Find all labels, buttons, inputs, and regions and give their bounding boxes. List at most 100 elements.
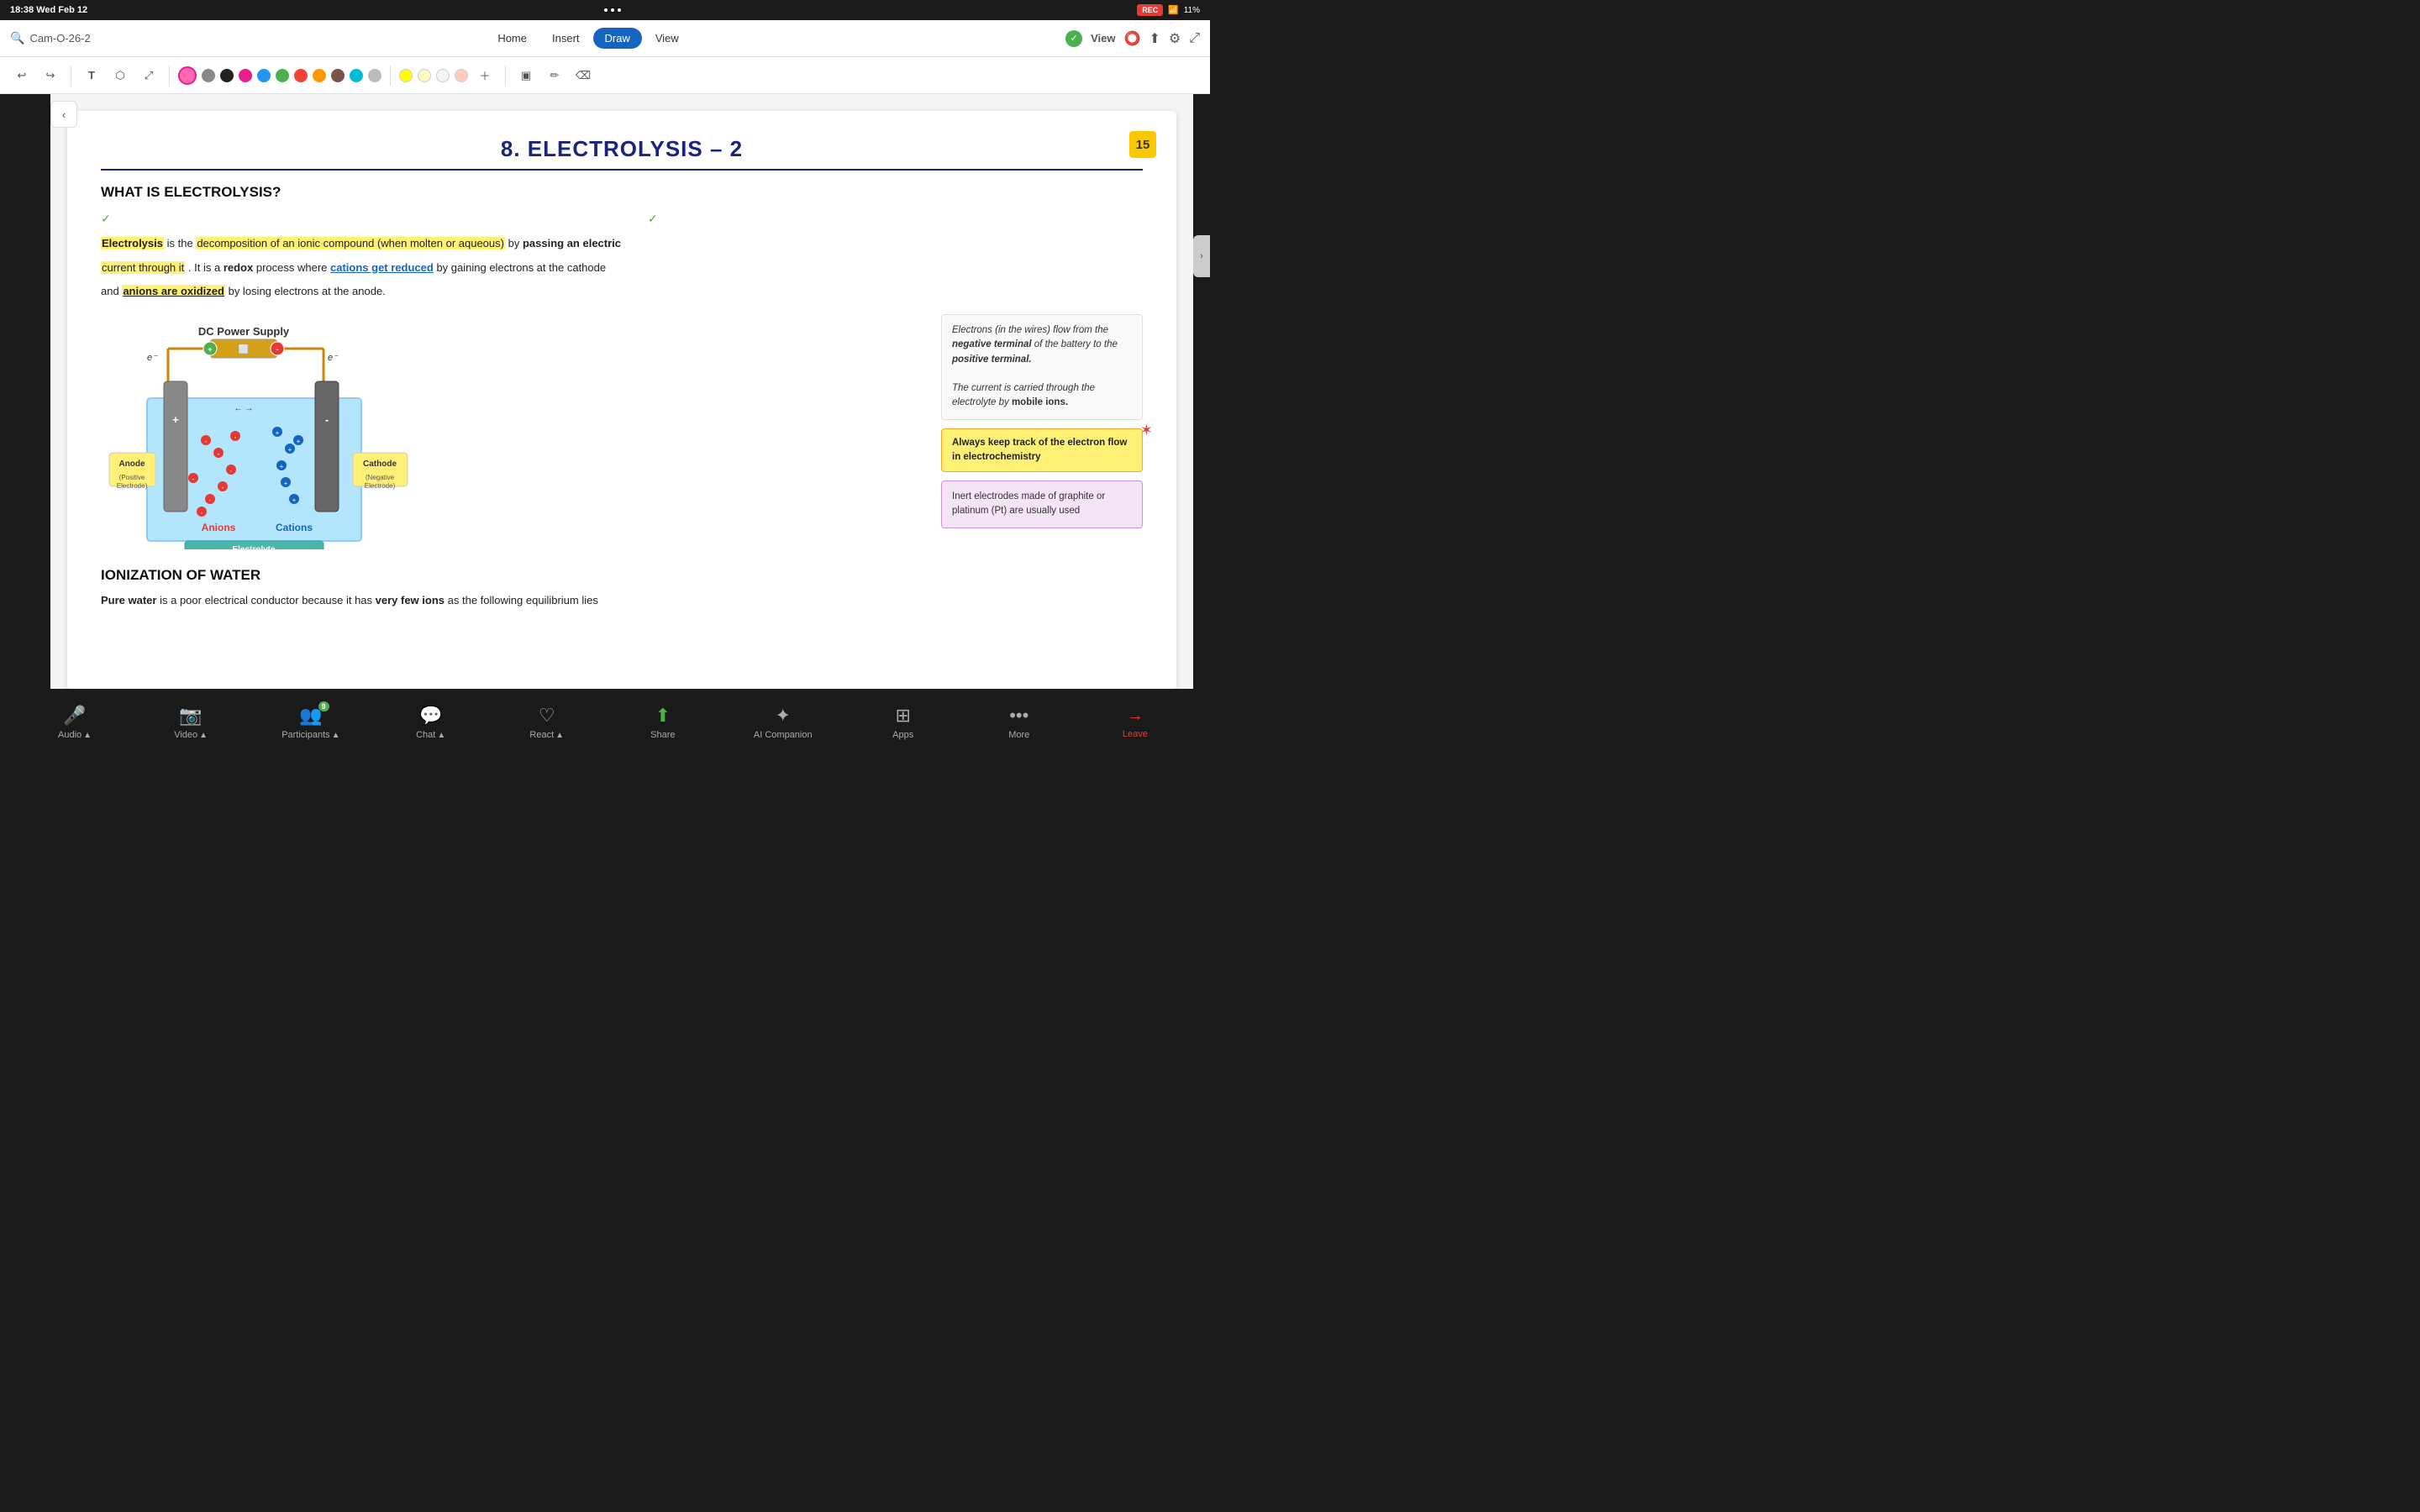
audio-label: Audio (58, 730, 82, 740)
fullscreen-icon[interactable]: ⤢ (1189, 31, 1200, 46)
body-paragraph-5: Pure water is a poor electrical conducto… (101, 592, 1143, 610)
svg-text:Electrolyte: Electrolyte (232, 545, 276, 549)
lasso-tool[interactable]: ⬡ (108, 64, 132, 87)
inert-electrodes-text: Inert electrodes (952, 491, 1018, 501)
svg-text:-: - (201, 509, 203, 517)
share-icon-nav: ⬆ (655, 705, 671, 727)
nav-more[interactable]: ••• More (994, 705, 1044, 740)
main-content: 15 8. ELECTROLYSIS – 2 WHAT IS ELECTROLY… (50, 94, 1193, 689)
apps-label: Apps (892, 730, 913, 740)
svg-text:Anode: Anode (118, 459, 145, 469)
redo-tool[interactable]: ↪ (39, 64, 62, 87)
react-label: React (529, 730, 554, 740)
redox-text: redox (224, 261, 253, 274)
draw-tab[interactable]: Draw (593, 28, 642, 49)
svg-text:+: + (208, 345, 212, 354)
nav-buttons: Home Insert Draw View (486, 28, 691, 49)
passing-text: passing an electric (523, 237, 621, 249)
participants-expand[interactable]: ▲ (332, 731, 340, 740)
shape-tool[interactable]: ▣ (514, 64, 538, 87)
chat-label: Chat (416, 730, 435, 740)
checkmark2: ✓ (648, 212, 658, 225)
svg-text:-: - (230, 467, 233, 475)
svg-text:← →: ← → (234, 404, 254, 413)
right-sidebar-toggle[interactable]: › (1193, 235, 1210, 277)
audio-expand[interactable]: ▲ (83, 731, 92, 740)
divider2 (169, 66, 170, 86)
react-expand[interactable]: ▲ (555, 731, 564, 740)
nav-react[interactable]: ♡ React ▲ (522, 705, 572, 740)
nav-leave[interactable]: → Leave (1110, 706, 1160, 739)
svg-text:Anions: Anions (202, 522, 236, 533)
status-time: 18:38 Wed Feb 12 (10, 5, 87, 15)
pen-tool[interactable]: ✏ (543, 64, 566, 87)
nav-audio[interactable]: 🎤 Audio ▲ (50, 705, 100, 740)
add-tool[interactable]: ＋ (473, 64, 497, 87)
nav-share[interactable]: ⬆ Share (638, 705, 688, 740)
brown-pen[interactable] (331, 69, 345, 82)
svg-text:Electrode): Electrode) (117, 482, 148, 490)
nav-apps[interactable]: ⊞ Apps (878, 705, 929, 740)
diagram-area: DC Power Supply ⬜ e⁻ e⁻ (101, 314, 1143, 554)
move-tool[interactable]: ⤢ (137, 64, 160, 87)
electron-flow-note: Always keep track of the electron flow i… (941, 428, 1143, 473)
svg-text:(Negative: (Negative (366, 474, 395, 481)
lightgray-pen[interactable] (368, 69, 381, 82)
share-icon[interactable]: ⬆ (1149, 30, 1160, 47)
main-toolbar: 🔍 Cam-O-26-2 Home Insert Draw View ✓ Vie… (0, 20, 1210, 57)
svg-text:Electrode): Electrode) (365, 482, 396, 490)
checkmark1: ✓ (101, 212, 111, 225)
nav-participants[interactable]: 👥 9 Participants ▲ (281, 705, 339, 740)
nav-video[interactable]: 📷 Video ▲ (166, 705, 216, 740)
orange-pen[interactable] (313, 69, 326, 82)
apps-icon: ⊞ (895, 705, 910, 727)
svg-text:Cathode: Cathode (363, 459, 397, 469)
share-label: Share (650, 730, 675, 740)
divider4 (505, 66, 506, 86)
peach-highlight[interactable] (455, 69, 468, 82)
nav-chat[interactable]: 💬 Chat ▲ (406, 705, 456, 740)
red-pen[interactable] (294, 69, 308, 82)
inert-electrodes-note: Inert electrodes made of graphite or pla… (941, 480, 1143, 528)
search-area[interactable]: 🔍 Cam-O-26-2 (10, 31, 111, 45)
black-pen[interactable] (220, 69, 234, 82)
svg-text:-: - (192, 475, 195, 483)
doc-title: 8. ELECTROLYSIS – 2 (101, 136, 1143, 171)
chat-expand[interactable]: ▲ (437, 731, 445, 740)
svg-text:+: + (276, 429, 280, 437)
text-tool[interactable]: T (80, 64, 103, 87)
more-label: More (1008, 730, 1029, 740)
gray-pen[interactable] (202, 69, 215, 82)
white-highlight[interactable] (436, 69, 450, 82)
sidebar-toggle[interactable]: ‹ (50, 101, 77, 128)
body-paragraph-2: Electrolysis is the decomposition of an … (101, 235, 1143, 253)
lightyellow-highlight[interactable] (418, 69, 431, 82)
svg-text:-: - (325, 413, 329, 426)
svg-text:+: + (172, 413, 179, 426)
svg-text:-: - (222, 484, 224, 491)
eraser-tool[interactable]: ⌫ (571, 64, 595, 87)
divider3 (390, 66, 391, 86)
home-tab[interactable]: Home (486, 28, 539, 49)
file-name: Cam-O-26-2 (29, 32, 90, 45)
cyan-pen[interactable] (350, 69, 363, 82)
view-label[interactable]: View (1091, 32, 1115, 45)
nav-ai[interactable]: ✦ AI Companion (754, 705, 813, 740)
insert-tab[interactable]: Insert (540, 28, 592, 49)
yellow-highlight[interactable] (399, 69, 413, 82)
section2-heading: IONIZATION OF WATER (101, 567, 1143, 584)
magenta-pen[interactable] (239, 69, 252, 82)
pink-pen[interactable] (178, 66, 197, 85)
undo-tool[interactable]: ↩ (10, 64, 34, 87)
electrolysis-diagram: DC Power Supply ⬜ e⁻ e⁻ (101, 314, 924, 554)
video-expand[interactable]: ▲ (199, 731, 208, 740)
settings-icon[interactable]: ⚙ (1169, 30, 1181, 47)
cations-text: cations get reduced (330, 261, 434, 274)
decomposition-term: decomposition of an ionic compound (when… (196, 237, 505, 249)
blue-pen[interactable] (257, 69, 271, 82)
section1-heading: WHAT IS ELECTROLYSIS? (101, 184, 1143, 201)
svg-text:Cations: Cations (276, 522, 313, 533)
view-tab[interactable]: View (644, 28, 691, 49)
ai-label: AI Companion (754, 730, 813, 740)
green-pen[interactable] (276, 69, 289, 82)
